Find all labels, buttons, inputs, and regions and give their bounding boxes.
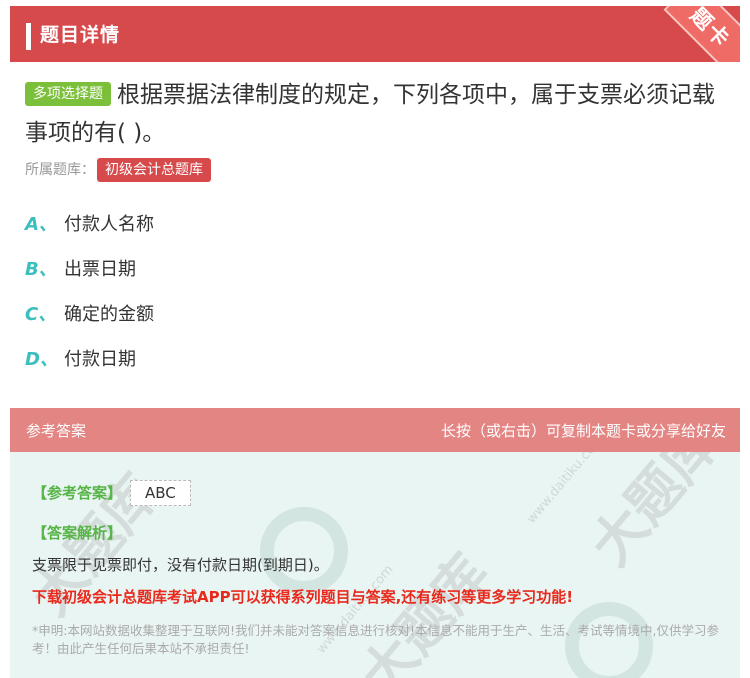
source-label: 所属题库：	[25, 162, 95, 178]
option-text: 确定的金额	[64, 304, 154, 325]
header-accent-bar	[26, 23, 31, 50]
reference-answer-row: 【参考答案】 ABC	[32, 480, 191, 506]
option-c[interactable]: C、 确定的金额	[25, 300, 154, 345]
analysis-text: 支票限于见票即付，没有付款日期(到期日)。	[32, 556, 329, 574]
option-letter: C、	[25, 304, 57, 325]
corner-badge: 题卡	[656, 6, 740, 62]
app-download-link[interactable]: 下载初级会计总题库考试APP可以获得系列题目与答案,还有练习等更多学习功能!	[32, 586, 573, 607]
option-letter: B、	[25, 259, 57, 280]
source-tag[interactable]: 初级会计总题库	[97, 158, 211, 182]
answer-section-header: 参考答案 长按（或右击）可复制本题卡或分享给好友	[10, 408, 740, 452]
reference-answer-label: 【参考答案】	[32, 484, 123, 502]
option-letter: D、	[25, 349, 58, 370]
page-title: 题目详情	[40, 24, 121, 46]
option-text: 付款人名称	[64, 214, 154, 235]
option-b[interactable]: B、 出票日期	[25, 255, 154, 300]
reference-answer-value: ABC	[130, 480, 191, 506]
options-list: A、 付款人名称 B、 出票日期 C、 确定的金额 D、 付款日期	[25, 210, 154, 390]
question-stem: 多项选择题 根据票据法律制度的规定，下列各项中，属于支票必须记载事项的有( )。	[25, 76, 725, 152]
share-hint: 长按（或右击）可复制本题卡或分享给好友	[440, 422, 726, 440]
option-text: 出票日期	[64, 259, 136, 280]
watermark-logo	[260, 507, 348, 595]
disclaimer: *申明:本网站数据收集整理于互联网!我们并未能对答案信息进行核对!本信息不能用于…	[32, 623, 719, 656]
question-type-tag: 多项选择题	[25, 82, 111, 106]
answer-section-label: 参考答案	[26, 422, 87, 440]
option-letter: A、	[25, 214, 57, 235]
option-text: 付款日期	[64, 349, 136, 370]
header: 题目详情 题卡	[10, 6, 740, 62]
watermark-text: 大题库	[578, 452, 732, 578]
question-text: 根据票据法律制度的规定，下列各项中，属于支票必须记载事项的有( )。	[25, 82, 715, 146]
question-source: 所属题库： 初级会计总题库	[25, 158, 211, 182]
answer-body: 大题库 大题库 大题库 www.daitiku.com www.daitiku.…	[10, 452, 740, 678]
option-d[interactable]: D、 付款日期	[25, 345, 154, 390]
option-a[interactable]: A、 付款人名称	[25, 210, 154, 255]
analysis-label: 【答案解析】	[32, 524, 123, 542]
